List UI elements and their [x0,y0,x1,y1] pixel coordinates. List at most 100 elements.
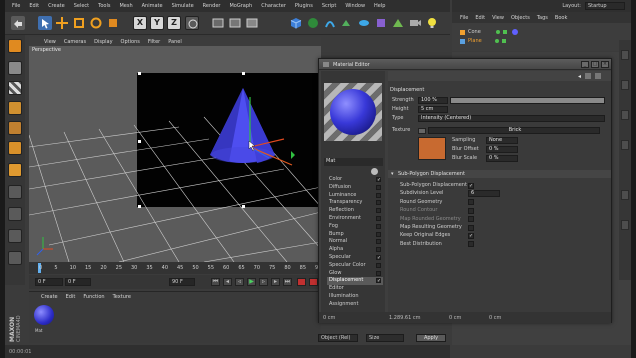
material-menu-edit[interactable]: Edit [66,294,76,300]
timeline-ruler[interactable]: 051015202530354045505560657075808590 [29,262,321,274]
channel-item[interactable]: Displacement ✓ [327,277,383,286]
camera-icon[interactable] [408,16,422,30]
channel-checkbox[interactable] [376,262,381,268]
x-axis-toggle[interactable]: X [133,16,147,30]
axis-mode-icon[interactable] [8,185,22,199]
window-menu-icon[interactable] [323,62,329,67]
subdivision-icon[interactable] [306,16,320,30]
texture-preview[interactable] [418,137,446,160]
subpoly-option-checkbox[interactable] [468,241,474,248]
material-name-field[interactable]: Mat [324,158,383,166]
enabled-check-icon[interactable] [502,30,507,34]
viewport-menu-filter[interactable]: Filter [148,39,160,45]
points-mode-icon[interactable] [8,121,22,135]
menu-create[interactable]: Create [48,3,65,9]
start-frame-field[interactable]: 0 F [65,278,91,286]
channel-checkbox[interactable] [376,247,381,253]
visibility-dot-icon[interactable] [495,30,500,34]
channel-item[interactable]: Transparency [327,199,383,207]
autokey-icon[interactable] [309,278,318,286]
material-menu-create[interactable]: Create [41,294,58,300]
height-field[interactable]: 5 cm [418,106,448,113]
om-menu-tags[interactable]: Tags [537,15,548,21]
viewport-menu-view[interactable]: View [44,39,56,45]
menu-render[interactable]: Render [203,3,221,9]
back-arrow-icon[interactable]: ◂ [578,73,581,80]
previous-key-icon[interactable]: ◂ [223,278,232,286]
menu-script[interactable]: Script [322,3,337,9]
menu-window[interactable]: Window [345,3,365,9]
channel-item[interactable]: Bump [327,231,383,239]
channel-item[interactable]: Diffusion [327,184,383,192]
nurbs-icon[interactable] [340,16,354,30]
channel-item[interactable]: Environment [327,215,383,223]
model-mode-icon[interactable] [8,61,22,75]
texture-shader-field[interactable]: Brick [428,127,600,134]
record-keys-icon[interactable] [297,278,306,286]
channel-checkbox[interactable] [376,208,381,214]
material-options-icon[interactable] [371,168,378,175]
channel-item[interactable]: Luminance [327,192,383,200]
om-menu-edit[interactable]: Edit [475,15,485,21]
material-thumbnail[interactable] [34,305,54,325]
cube-primitive-icon[interactable] [289,16,303,30]
channel-checkbox[interactable] [376,200,381,206]
make-editable-icon[interactable] [8,39,22,53]
menu-edit[interactable]: Edit [29,3,39,9]
scale-tool-icon[interactable] [72,16,86,30]
edges-mode-icon[interactable] [8,141,22,155]
viewport-menu-panel[interactable]: Panel [168,39,182,45]
side-tab-objects[interactable] [621,50,629,60]
channel-item[interactable]: Color ✓ [327,176,383,184]
snap-icon[interactable] [8,229,22,243]
subpoly-section-header[interactable]: ▾ Sub-Polygon Displacement [388,170,611,178]
select-tool-icon[interactable] [38,16,52,30]
y-axis-toggle[interactable]: Y [150,16,164,30]
apply-button[interactable]: Apply [416,334,446,342]
channel-item[interactable]: Assignment [327,301,383,309]
channel-checkbox[interactable] [376,231,381,237]
close-icon[interactable]: × [601,61,609,68]
current-frame-field[interactable]: 0 F [35,278,63,286]
strength-slider[interactable] [450,97,605,104]
tweak-mode-icon[interactable] [8,207,22,221]
strength-field[interactable]: 100 % [418,97,448,104]
move-tool-icon[interactable] [55,16,69,30]
viewport-menu-cameras[interactable]: Cameras [64,39,86,45]
channel-item[interactable]: Glow [327,270,383,278]
channel-item[interactable]: Reflection [327,207,383,215]
lock-icon[interactable] [595,73,601,79]
side-tab-layers[interactable] [621,140,629,150]
material-editor-titlebar[interactable]: Material Editor _ □ × [319,59,611,70]
side-tab-content-browser[interactable] [621,80,629,90]
viewport-menu-options[interactable]: Options [121,39,140,45]
subpoly-option-checkbox[interactable]: ✓ [468,232,474,239]
channel-checkbox[interactable] [376,223,381,229]
viewport-menu-display[interactable]: Display [94,39,112,45]
menu-select[interactable]: Select [74,3,89,9]
sampling-dropdown[interactable]: None [486,137,518,144]
channel-checkbox[interactable] [376,270,381,276]
environment-icon[interactable] [391,16,405,30]
channel-checkbox[interactable] [376,184,381,190]
subdivision-level-field[interactable]: 6 [468,190,500,198]
render-view-icon[interactable] [211,16,225,30]
menu-mograph[interactable]: MoGraph [229,3,252,9]
channel-item[interactable]: Fog [327,223,383,231]
om-menu-objects[interactable]: Objects [511,15,530,21]
next-key-icon[interactable]: ▸ [271,278,280,286]
channel-item[interactable]: Illumination [327,293,383,301]
render-settings-icon[interactable] [245,16,259,30]
undo-icon[interactable] [11,16,25,30]
array-icon[interactable] [357,16,371,30]
spline-pen-icon[interactable] [323,16,337,30]
texture-mode-icon[interactable] [8,81,22,95]
material-tag-icon[interactable] [511,29,518,35]
recent-tools-icon[interactable] [106,16,120,30]
material-menu-texture[interactable]: Texture [113,294,131,300]
channel-checkbox[interactable] [376,215,381,221]
viewport-scene[interactable] [29,37,321,262]
channel-item[interactable]: Alpha [327,246,383,254]
minimize-icon[interactable]: _ [581,61,589,68]
menu-character[interactable]: Character [261,3,286,9]
